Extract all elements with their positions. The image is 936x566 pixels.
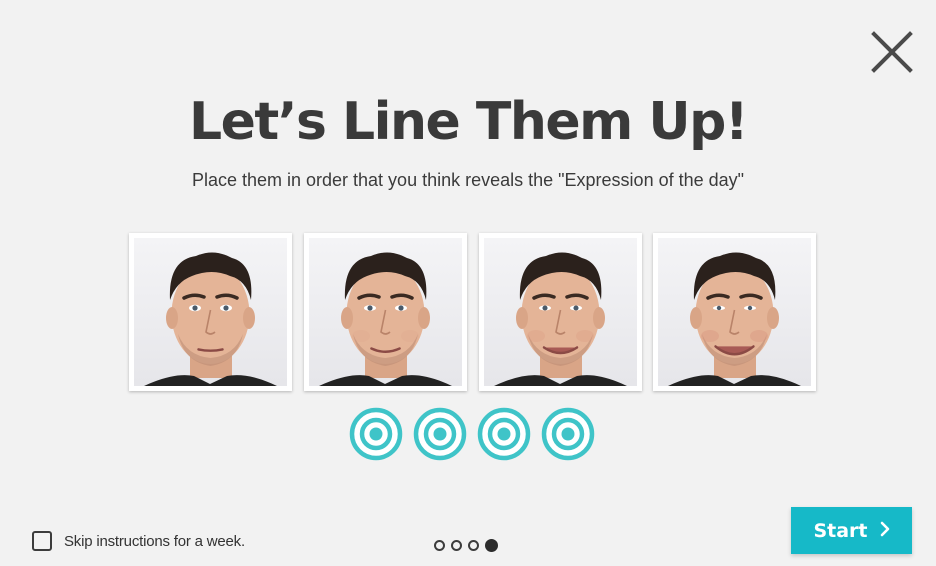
face-photo-card-3[interactable] <box>479 233 642 391</box>
face-photo-4 <box>658 238 811 386</box>
page-subtitle: Place them in order that you think revea… <box>191 170 745 190</box>
skip-label: Skip instructions for a week. <box>64 532 245 550</box>
drop-target-2[interactable] <box>412 406 468 462</box>
drop-target-4[interactable] <box>540 406 596 462</box>
close-icon <box>871 31 913 73</box>
page-dot-2[interactable] <box>451 539 462 551</box>
skip-instructions[interactable]: Skip instructions for a week. <box>32 527 245 555</box>
face-photo-3 <box>484 238 637 386</box>
target-ring-icon <box>349 407 403 461</box>
face-photo-1 <box>134 238 287 386</box>
page-title: Let’s Line Them Up! <box>188 92 749 152</box>
face-photo-card-1[interactable] <box>129 233 292 391</box>
face-photo-card-2[interactable] <box>304 233 467 391</box>
drop-target-1[interactable] <box>348 406 404 462</box>
page-dot-1[interactable] <box>434 539 445 551</box>
start-button[interactable]: Start <box>791 507 912 554</box>
target-ring-icon <box>541 407 595 461</box>
chevron-right-icon <box>880 520 890 542</box>
face-photo-card-4[interactable] <box>653 233 816 391</box>
page-dot-3[interactable] <box>468 539 479 551</box>
face-photo-2 <box>309 238 462 386</box>
drop-target-row <box>348 406 596 464</box>
page-dot-4[interactable] <box>485 538 498 552</box>
target-ring-icon <box>477 407 531 461</box>
pagination-dots <box>434 537 504 553</box>
skip-checkbox[interactable] <box>32 531 52 551</box>
photo-row <box>129 233 819 391</box>
close-button[interactable] <box>868 28 916 76</box>
drop-target-3[interactable] <box>476 406 532 462</box>
target-ring-icon <box>413 407 467 461</box>
start-button-label: Start <box>813 519 868 542</box>
